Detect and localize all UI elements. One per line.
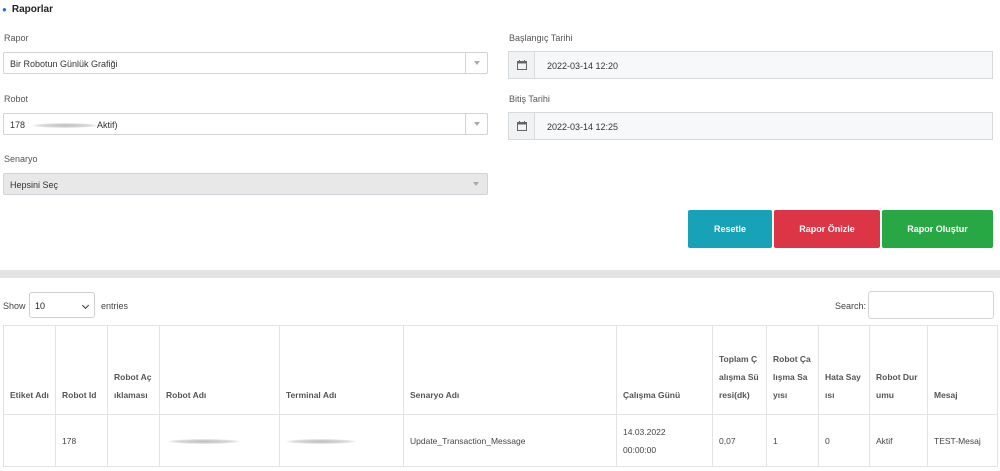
start-date-value: 2022-03-14 12:20 bbox=[547, 61, 619, 71]
column-header[interactable]: Hata Sayısı bbox=[818, 325, 870, 415]
cell-robot-adi bbox=[159, 414, 280, 467]
cell-terminal bbox=[279, 414, 404, 467]
senaryo-value: Hepsini Seç bbox=[10, 180, 59, 190]
calendar-icon[interactable] bbox=[509, 113, 535, 139]
column-header[interactable]: Robot Çalışma Sayısı bbox=[766, 325, 819, 415]
column-header[interactable]: Robot Adı bbox=[159, 325, 280, 415]
chevron-down-icon bbox=[465, 114, 487, 134]
robot-label: Robot bbox=[4, 94, 29, 104]
preview-report-button[interactable]: Rapor Önizle bbox=[774, 210, 880, 248]
report-table: Etiket Adı Robot Id Robot Açıklaması Rob… bbox=[3, 325, 998, 467]
entries-value: 10 bbox=[35, 301, 46, 311]
cell-date: 14.03.2022 bbox=[623, 426, 666, 437]
chevron-down-icon bbox=[465, 174, 487, 194]
cell-senaryo: Update_Transaction_Message bbox=[403, 414, 617, 467]
reset-button[interactable]: Resetle bbox=[688, 210, 772, 248]
rapor-select[interactable]: Bir Robotun Günlük Grafiği bbox=[3, 52, 488, 74]
search-label: Search: bbox=[835, 301, 867, 311]
table-header-row: Etiket Adı Robot Id Robot Açıklaması Rob… bbox=[3, 325, 998, 415]
cell-hata: 0 bbox=[818, 414, 870, 467]
cell-mesaj: TEST-Mesaj bbox=[927, 414, 998, 467]
senaryo-select[interactable]: Hepsini Seç bbox=[3, 173, 488, 195]
column-header[interactable]: Robot Açıklaması bbox=[107, 325, 160, 415]
column-header[interactable]: Toplam Çalışma Süresi(dk) bbox=[712, 325, 767, 415]
entries-label: entries bbox=[101, 301, 129, 311]
rapor-label: Rapor bbox=[4, 33, 29, 43]
column-header[interactable]: Robot Id bbox=[55, 325, 108, 415]
column-header[interactable]: Etiket Adı bbox=[3, 325, 56, 415]
search-input[interactable] bbox=[868, 291, 994, 319]
start-date-input[interactable]: 2022-03-14 12:20 bbox=[508, 51, 993, 79]
cell-calisma-gunu: 14.03.2022 00:00:00 bbox=[616, 414, 713, 467]
start-date-label: Başlangıç Tarihi bbox=[509, 33, 573, 43]
bullet-icon: ● bbox=[2, 5, 7, 14]
show-label: Show bbox=[3, 301, 26, 311]
robot-select[interactable]: 178 Aktif) bbox=[3, 113, 488, 135]
calendar-icon[interactable] bbox=[509, 52, 535, 78]
entries-select[interactable]: 10 bbox=[29, 292, 95, 318]
cell-durum: Aktif bbox=[869, 414, 928, 467]
chevron-down-icon bbox=[81, 301, 90, 310]
end-date-value: 2022-03-14 12:25 bbox=[547, 122, 619, 132]
cell-aciklama bbox=[107, 414, 160, 467]
rapor-value: Bir Robotun Günlük Grafiği bbox=[10, 59, 118, 69]
section-divider bbox=[0, 270, 1000, 278]
robot-value-suffix: Aktif) bbox=[97, 120, 118, 130]
redacted-terminal-name bbox=[286, 438, 356, 444]
end-date-input[interactable]: 2022-03-14 12:25 bbox=[508, 112, 993, 140]
chevron-down-icon bbox=[465, 53, 487, 73]
column-header[interactable]: Mesaj bbox=[927, 325, 998, 415]
column-header[interactable]: Robot Durumu bbox=[869, 325, 928, 415]
cell-sure: 0,07 bbox=[712, 414, 767, 467]
create-report-button[interactable]: Rapor Oluştur bbox=[882, 210, 993, 248]
cell-robot-id: 178 bbox=[55, 414, 108, 467]
cell-calisma-sayisi: 1 bbox=[766, 414, 819, 467]
end-date-label: Bitiş Tarihi bbox=[509, 94, 550, 104]
cell-etiket bbox=[3, 414, 56, 467]
page-title: ● Raporlar bbox=[2, 4, 53, 15]
column-header[interactable]: Çalışma Günü bbox=[616, 325, 713, 415]
robot-value-prefix: 178 bbox=[10, 120, 26, 130]
table-row: 178 Update_Transaction_Message 14.03.202… bbox=[3, 414, 998, 467]
page-title-text: Raporlar bbox=[11, 4, 53, 15]
redacted-robot-name bbox=[32, 123, 98, 128]
column-header[interactable]: Terminal Adı bbox=[279, 325, 404, 415]
senaryo-label: Senaryo bbox=[4, 154, 38, 164]
column-header[interactable]: Senaryo Adı bbox=[403, 325, 617, 415]
cell-time: 00:00:00 bbox=[623, 444, 657, 455]
redacted-robot-name bbox=[168, 438, 240, 444]
